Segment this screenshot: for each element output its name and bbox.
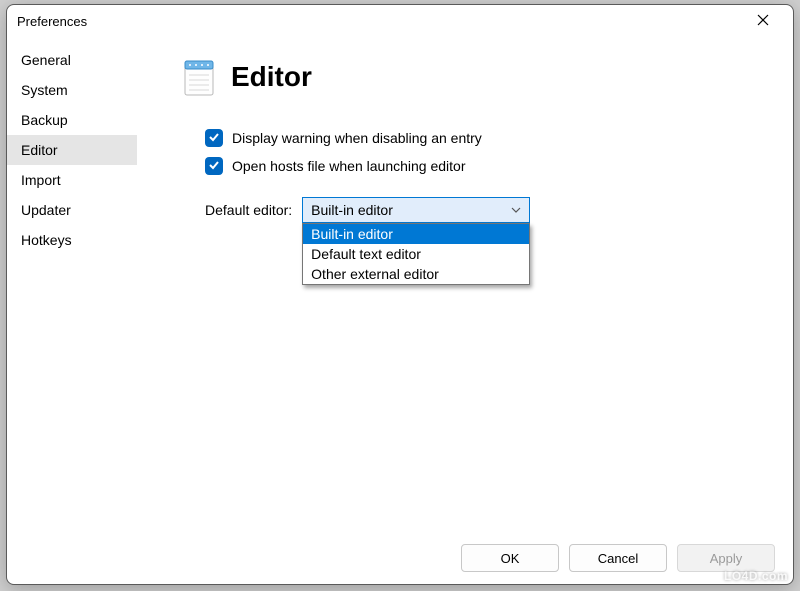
window-title: Preferences <box>17 14 743 29</box>
button-bar: OK Cancel Apply <box>7 532 793 584</box>
ok-button[interactable]: OK <box>461 544 559 572</box>
notepad-icon <box>177 55 221 99</box>
option-open-hosts: Open hosts file when launching editor <box>205 157 753 175</box>
default-editor-row: Default editor: Built-in editor Built-in… <box>205 197 753 223</box>
close-button[interactable] <box>743 7 783 35</box>
check-icon <box>208 159 220 174</box>
titlebar: Preferences <box>7 5 793 37</box>
main-panel: Editor Display warning when disabling an… <box>137 37 793 532</box>
default-editor-combo: Built-in editor Built-in editor Default … <box>302 197 530 223</box>
page-title: Editor <box>231 61 312 93</box>
default-editor-select[interactable]: Built-in editor <box>302 197 530 223</box>
dropdown-option-default-text[interactable]: Default text editor <box>303 244 529 264</box>
content-area: General System Backup Editor Import Upda… <box>7 37 793 532</box>
watermark: LO4D.com <box>724 569 788 583</box>
sidebar: General System Backup Editor Import Upda… <box>7 37 137 532</box>
preferences-window: Preferences General System Backup Editor… <box>6 4 794 585</box>
option-display-warning: Display warning when disabling an entry <box>205 129 753 147</box>
checkbox-open-hosts-label: Open hosts file when launching editor <box>232 158 465 174</box>
default-editor-dropdown: Built-in editor Default text editor Othe… <box>302 223 530 285</box>
chevron-down-icon <box>511 205 521 216</box>
apply-button[interactable]: Apply <box>677 544 775 572</box>
sidebar-item-system[interactable]: System <box>7 75 137 105</box>
sidebar-item-editor[interactable]: Editor <box>7 135 137 165</box>
checkbox-display-warning-label: Display warning when disabling an entry <box>232 130 482 146</box>
dropdown-option-builtin[interactable]: Built-in editor <box>303 224 529 244</box>
dropdown-option-external[interactable]: Other external editor <box>303 264 529 284</box>
sidebar-item-backup[interactable]: Backup <box>7 105 137 135</box>
default-editor-value: Built-in editor <box>311 202 393 218</box>
check-icon <box>208 131 220 146</box>
page-heading: Editor <box>177 55 753 99</box>
sidebar-item-hotkeys[interactable]: Hotkeys <box>7 225 137 255</box>
checkbox-open-hosts[interactable] <box>205 157 223 175</box>
close-icon <box>757 13 769 29</box>
checkbox-display-warning[interactable] <box>205 129 223 147</box>
sidebar-item-general[interactable]: General <box>7 45 137 75</box>
sidebar-item-import[interactable]: Import <box>7 165 137 195</box>
sidebar-item-updater[interactable]: Updater <box>7 195 137 225</box>
default-editor-label: Default editor: <box>205 202 292 218</box>
cancel-button[interactable]: Cancel <box>569 544 667 572</box>
